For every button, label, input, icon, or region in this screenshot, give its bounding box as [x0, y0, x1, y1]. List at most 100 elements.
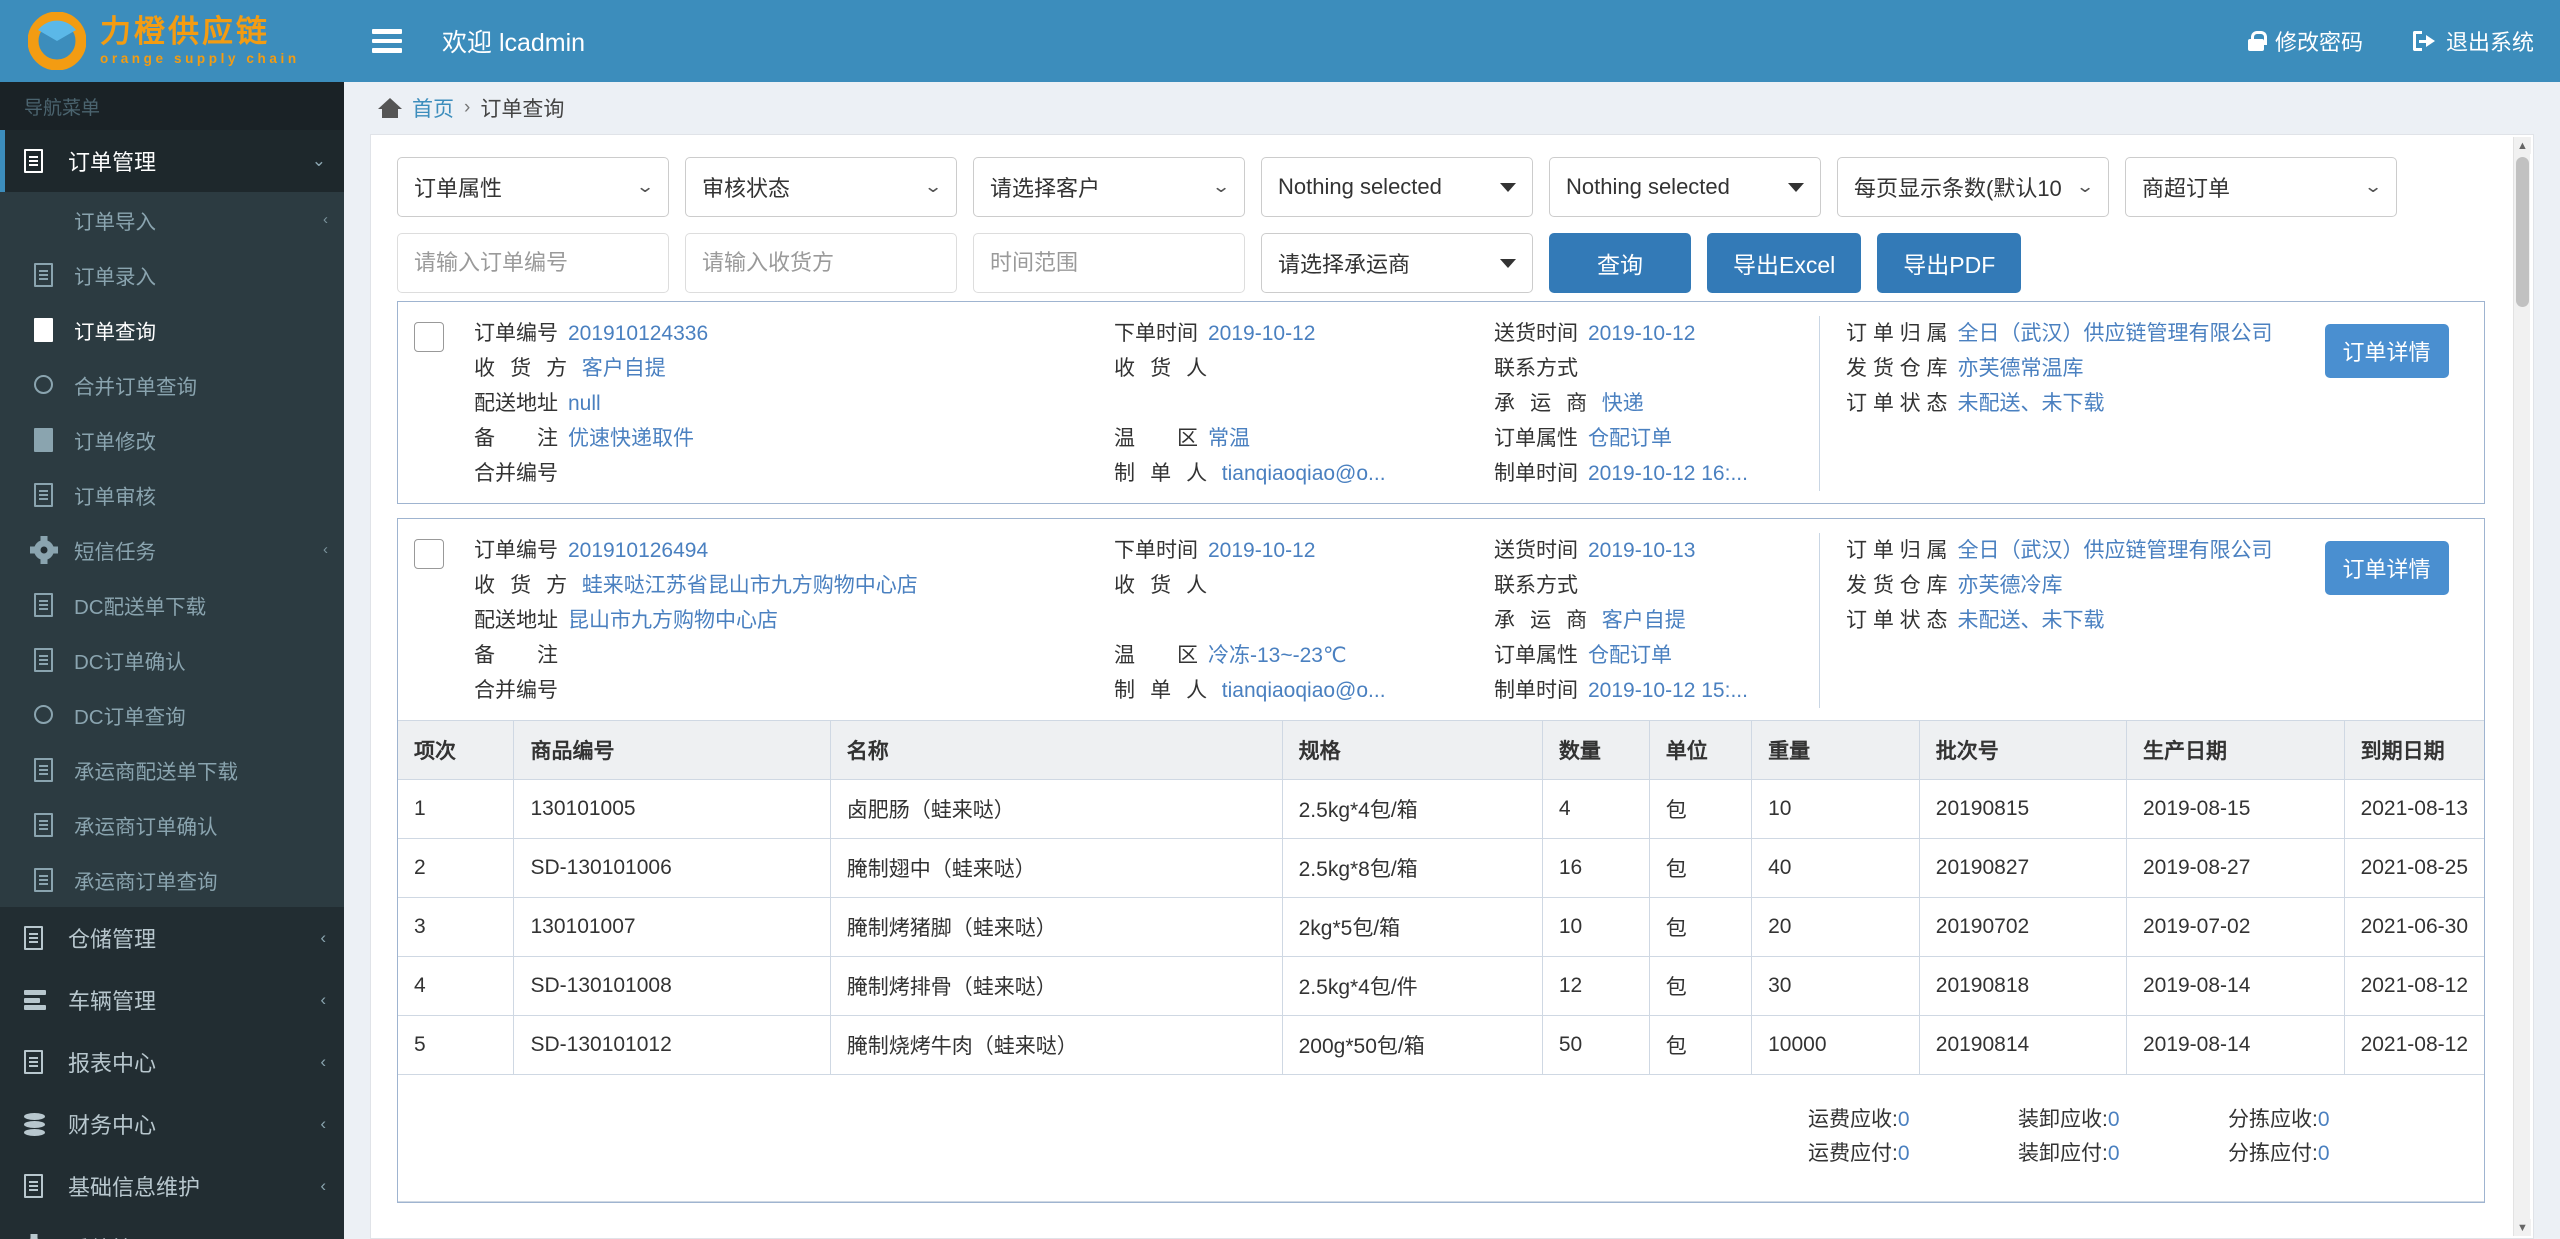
table-row: 4 SD-130101008 腌制烤排骨（蛙来哒） 2.5kg*4包/件 12 …: [398, 956, 2484, 1016]
sidebar-submenu: 订单导入 ‹ 订单录入 订单查询 合并订单查询 订单修改 订单审核 短信任务 ‹: [0, 192, 344, 907]
sidebar-item-carrier-delivery-download[interactable]: 承运商配送单下载: [0, 742, 344, 797]
cell-product-code: 130101005: [513, 779, 831, 839]
sidebar-item-carrier-order-query[interactable]: 承运商订单查询: [0, 852, 344, 907]
cell-product-code: SD-130101006: [513, 838, 831, 898]
customer-select[interactable]: 请选择客户 ⌄: [973, 157, 1245, 217]
sidebar-group-reports[interactable]: 报表中心 ‹: [0, 1031, 344, 1093]
cell-product-code: 130101007: [513, 897, 831, 957]
file-outline-icon: [34, 482, 66, 507]
order-type-select[interactable]: 商超订单 ⌄: [2125, 157, 2397, 217]
carrier-select[interactable]: 请选择承运商: [1261, 233, 1533, 293]
sidebar-group-vehicle[interactable]: 车辆管理 ‹: [0, 969, 344, 1031]
order-status-value: 未配送、未下载: [1957, 609, 2105, 632]
cell-name: 腌制翅中（蛙来哒）: [830, 838, 1283, 898]
multiselect-2[interactable]: Nothing selected: [1549, 157, 1821, 217]
order-number-link[interactable]: 201910126494: [568, 533, 708, 568]
order-attribute-select[interactable]: 订单属性 ⌄: [397, 157, 669, 217]
sidebar-item-label: 订单导入: [74, 210, 156, 234]
order-checkbox[interactable]: [414, 322, 444, 352]
logout-button[interactable]: 退出系统: [2412, 25, 2534, 57]
sidebar-item-sms-task[interactable]: 短信任务 ‹: [0, 522, 344, 577]
sidebar-group-system[interactable]: 系统管理 ‹: [0, 1217, 344, 1239]
field-label: 订 单 归 属: [1846, 539, 1948, 562]
cell-expiry-date: 2021-08-13: [2344, 779, 2484, 839]
sorting-receivable-value: 0: [2317, 1108, 2330, 1131]
ship-warehouse-value: 亦芙德常温库: [1957, 357, 2084, 380]
order-detail-button[interactable]: 订单详情: [2324, 324, 2449, 378]
nav-menu-header: 导航菜单: [0, 82, 344, 130]
carrier-value: 快递: [1601, 392, 1644, 415]
order-detail-cell: 订单详情: [2287, 533, 2487, 595]
page-size-select[interactable]: 每页显示条数(默认10 ⌄: [1837, 157, 2109, 217]
sidebar-item-label: 订单录入: [74, 265, 156, 289]
select-value: 审核状态: [702, 176, 791, 201]
col-quantity: 数量: [1542, 720, 1650, 780]
sidebar-item-dc-delivery-download[interactable]: DC配送单下载: [0, 577, 344, 632]
cell-weight: 10000: [1751, 1015, 1920, 1075]
sorting-receivable-label: 分拣应收:: [2228, 1108, 2318, 1131]
export-excel-button[interactable]: 导出Excel: [1707, 233, 1862, 293]
sidebar-item-dc-order-query[interactable]: DC订单查询: [0, 687, 344, 742]
order-checkbox[interactable]: [414, 539, 444, 569]
delivery-address-value: null: [568, 392, 601, 415]
sidebar-item-dc-order-confirm[interactable]: DC订单确认: [0, 632, 344, 687]
chevron-down-icon: ⌄: [2363, 177, 2383, 196]
sidebar-item-carrier-order-confirm[interactable]: 承运商订单确认: [0, 797, 344, 852]
chevron-left-icon: ‹: [323, 541, 328, 558]
breadcrumb-home[interactable]: 首页: [412, 93, 454, 123]
cell-expiry-date: 2021-06-30: [2344, 897, 2484, 957]
cell-weight: 40: [1751, 838, 1920, 898]
date-range-input[interactable]: [973, 233, 1245, 293]
order-card: 订单编号 201910124336 收 货 方客户自提 配送地址 null 备 注优…: [397, 301, 2485, 504]
sidebar-item-order-import[interactable]: 订单导入 ‹: [0, 192, 344, 247]
sidebar-group-label: 基础信息维护: [68, 1175, 201, 1200]
sidebar-item-merged-order-query[interactable]: 合并订单查询: [0, 357, 344, 412]
brand-logo-area[interactable]: 力橙供应链 orange supply chain: [0, 0, 344, 82]
sidebar-item-order-audit[interactable]: 订单审核: [0, 467, 344, 522]
main-area: 欢迎 lcadmin 修改密码 退出系统 首页 › 订单查询 订单属性 ⌄ 审核…: [344, 0, 2560, 1239]
sidebar-item-order-entry[interactable]: 订单录入: [0, 247, 344, 302]
multiselect-1[interactable]: Nothing selected: [1261, 157, 1533, 217]
breadcrumb-separator: ›: [464, 97, 471, 118]
cell-unit: 包: [1649, 838, 1753, 898]
sidebar-item-order-modify[interactable]: 订单修改: [0, 412, 344, 467]
cell-batch: 20190702: [1919, 897, 2127, 957]
sidebar-group-label: 财务中心: [68, 1113, 157, 1138]
order-list[interactable]: 订单编号 201910124336 收 货 方客户自提 配送地址 null 备 注优…: [397, 301, 2507, 1212]
sidebar-item-order-query[interactable]: 订单查询: [0, 302, 344, 357]
sidebar-item-label: DC订单确认: [74, 650, 186, 674]
loading-receivable-label: 装卸应收:: [2018, 1108, 2108, 1131]
table-header-row: 项次 商品编号 名称 规格 数量 单位 重量 批次号 生产日期 到期日期: [398, 720, 2484, 780]
sidebar-group-order-management[interactable]: 订单管理 ⌄: [0, 130, 344, 192]
top-navbar: 欢迎 lcadmin 修改密码 退出系统: [344, 0, 2560, 82]
sidebar-group-warehouse[interactable]: 仓储管理 ‹: [0, 907, 344, 969]
order-number-link[interactable]: 201910124336: [568, 316, 708, 351]
consignee-input[interactable]: [685, 233, 957, 293]
chevron-down-icon: ⌄: [2075, 177, 2095, 196]
export-pdf-button[interactable]: 导出PDF: [1877, 233, 2022, 293]
col-batch: 批次号: [1919, 720, 2127, 780]
sidebar-item-label: DC配送单下载: [74, 595, 207, 619]
select-value: 每页显示条数(默认10: [1854, 176, 2062, 201]
cell-index: 4: [398, 956, 515, 1016]
query-button[interactable]: 查询: [1549, 233, 1691, 293]
order-detail-button[interactable]: 订单详情: [2324, 541, 2449, 595]
file-outline-icon: [34, 647, 66, 672]
field-label: 温 区: [1114, 644, 1198, 667]
caret-down-icon[interactable]: ▼: [2514, 1219, 2531, 1236]
sidebar-group-finance[interactable]: 财务中心 ‹: [0, 1093, 344, 1155]
order-mid-col-a: 下单时间 2019-10-12 收 货 人 温 区常温 制 单 人 tianqiao…: [1100, 316, 1480, 491]
audit-status-select[interactable]: 审核状态 ⌄: [685, 157, 957, 217]
cell-production-date: 2019-08-27: [2126, 838, 2345, 898]
cell-spec: 2.5kg*8包/箱: [1282, 838, 1543, 898]
cell-index: 2: [398, 838, 515, 898]
file-outline-icon: [34, 262, 66, 287]
caret-up-icon[interactable]: ▲: [2514, 137, 2531, 154]
order-number-input[interactable]: [397, 233, 669, 293]
scrollbar-thumb[interactable]: [2516, 157, 2529, 307]
hamburger-icon[interactable]: [372, 29, 402, 53]
vertical-scrollbar[interactable]: ▲ ▼: [2513, 137, 2531, 1236]
field-label: 合并编号: [474, 679, 558, 702]
sidebar-group-base-info[interactable]: 基础信息维护 ‹: [0, 1155, 344, 1217]
change-password-button[interactable]: 修改密码: [2247, 25, 2363, 57]
